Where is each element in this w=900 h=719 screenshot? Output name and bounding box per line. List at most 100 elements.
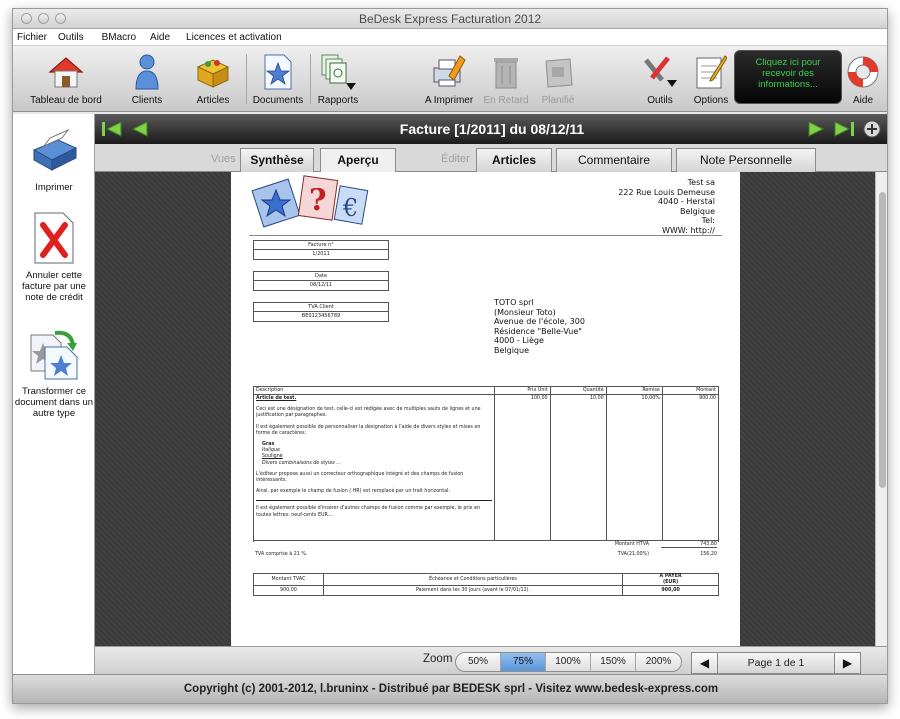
htva-value: 743,80 bbox=[661, 542, 717, 548]
header-divider bbox=[249, 235, 722, 236]
next-page-button[interactable]: ▶ bbox=[834, 653, 860, 673]
views-label: Vues bbox=[211, 153, 236, 165]
terms-value: Paiement dans les 30 jours (avant le 07/… bbox=[322, 585, 624, 596]
toolbar-separator bbox=[246, 54, 247, 104]
line-paragraph: Il est également possible d'insérer d'au… bbox=[256, 506, 481, 518]
menu-aide[interactable]: Aide bbox=[148, 32, 184, 43]
col-unit-price: Prix Unit bbox=[493, 386, 551, 395]
sidebar: Imprimer Annuler cette facture par une n… bbox=[13, 114, 95, 676]
app-window: BeDesk Express Facturation 2012 Fichier … bbox=[12, 8, 888, 704]
line-title: Article de test. bbox=[256, 396, 297, 401]
minimize-window-button[interactable] bbox=[38, 13, 49, 24]
late-button[interactable]: En Retard bbox=[481, 48, 531, 110]
client-vat: BE0123456789 bbox=[301, 313, 341, 319]
zoom-selector: 50% 75% 100% 150% 200% bbox=[455, 652, 682, 672]
invoice-number-label: Facture n° bbox=[254, 241, 388, 250]
zoom-200[interactable]: 200% bbox=[636, 653, 681, 671]
zoom-75[interactable]: 75% bbox=[501, 653, 546, 671]
sender-country: Belgique bbox=[679, 206, 715, 216]
preview-scrollbar[interactable] bbox=[875, 172, 887, 646]
sidebar-print-label: Imprimer bbox=[35, 182, 73, 193]
clients-label: Clients bbox=[131, 95, 163, 106]
line-amount: 900,00 bbox=[661, 394, 720, 541]
printer-pencil-icon bbox=[429, 52, 469, 92]
sidebar-cancel-invoice[interactable]: Annuler cette facture par une note de cr… bbox=[13, 210, 95, 303]
reports-icon bbox=[318, 52, 358, 92]
line-paragraph: Ainsi, par exemple le champ de fusion ( … bbox=[256, 489, 450, 495]
invoice-number: 1/2011 bbox=[312, 251, 330, 257]
scrollbar-thumb[interactable] bbox=[879, 192, 886, 488]
tab-comment[interactable]: Commentaire bbox=[556, 148, 672, 172]
zoom-label: Zoom bbox=[423, 653, 453, 665]
clients-button[interactable]: Clients bbox=[121, 48, 173, 110]
tvac-value: 900,00 bbox=[253, 585, 324, 596]
document-star-icon bbox=[258, 52, 298, 92]
client-contact: (Monsieur Toto) bbox=[494, 307, 556, 317]
add-document-icon[interactable] bbox=[861, 119, 883, 139]
htva-label: Montant HTVA bbox=[614, 542, 649, 547]
invoice-page: ? € Test sa 222 Rue Louis Demeuse 4040 -… bbox=[231, 172, 740, 646]
menu-bmacro[interactable]: BMacro bbox=[100, 32, 148, 43]
tools-button[interactable]: Outils bbox=[637, 48, 683, 110]
tab-synthese[interactable]: Synthèse bbox=[240, 148, 314, 172]
main-area: Facture [1/2011] du 08/12/11 Vues Synthè… bbox=[95, 114, 887, 676]
articles-button[interactable]: Articles bbox=[185, 48, 241, 110]
tools-label: Outils bbox=[647, 95, 673, 106]
cancel-document-icon bbox=[26, 210, 82, 266]
line-paragraph: L'éditeur propose aussi un correcteur or… bbox=[256, 471, 464, 484]
col-quantity: Quantité bbox=[549, 386, 607, 395]
dashboard-button[interactable]: Tableau de bord bbox=[27, 48, 105, 110]
menu-bar: Fichier Outils BMacro Aide Licences et a… bbox=[13, 29, 887, 46]
col-description: Description bbox=[253, 386, 495, 395]
page-indicator: Page 1 de 1 bbox=[747, 657, 805, 669]
reports-button[interactable]: Rapports bbox=[313, 48, 363, 110]
svg-text:€: € bbox=[342, 194, 358, 222]
tab-apercu[interactable]: Aperçu bbox=[320, 148, 396, 173]
client-vat-label: TVA Client bbox=[254, 303, 388, 312]
payment-recap-table: Montant TVAC Échéance et Conditions part… bbox=[253, 573, 719, 596]
close-window-button[interactable] bbox=[21, 13, 32, 24]
menu-outils[interactable]: Outils bbox=[56, 32, 100, 43]
style-mixed: Divers combinaisons de styles ... bbox=[262, 460, 341, 466]
document-nav-bar: Facture [1/2011] du 08/12/11 bbox=[95, 114, 887, 144]
main-toolbar: Tableau de bord Clients Articles Documen… bbox=[13, 46, 887, 112]
tab-articles[interactable]: Articles bbox=[476, 148, 552, 172]
client-vat-box: TVA Client BE0123456789 bbox=[253, 302, 389, 322]
documents-button[interactable]: Documents bbox=[251, 48, 305, 110]
help-button[interactable]: Aide bbox=[841, 48, 885, 110]
tab-personal-note[interactable]: Note Personnelle bbox=[676, 148, 816, 172]
preview-bottom-bar: Zoom 50% 75% 100% 150% 200% ◀ Page 1 de … bbox=[95, 646, 887, 676]
invoice-date-label: Date bbox=[254, 272, 388, 281]
planned-button[interactable]: Planifié bbox=[533, 48, 583, 110]
to-pay-value: 900,00 bbox=[622, 585, 719, 596]
tvac-label: Montant TVAC bbox=[253, 573, 324, 586]
previous-page-button[interactable]: ◀ bbox=[692, 653, 718, 673]
info-promo-button[interactable]: Cliquez ici pour recevoir des informatio… bbox=[734, 50, 842, 104]
documents-label: Documents bbox=[252, 95, 304, 106]
tools-icon bbox=[640, 52, 680, 92]
menu-fichier[interactable]: Fichier bbox=[15, 32, 56, 43]
client-city: 4000 - Liège bbox=[494, 336, 544, 345]
options-button[interactable]: Options bbox=[689, 48, 733, 110]
sidebar-print[interactable]: Imprimer bbox=[13, 122, 95, 193]
zoom-window-button[interactable] bbox=[55, 13, 66, 24]
next-document-icon[interactable] bbox=[805, 119, 827, 139]
zoom-100[interactable]: 100% bbox=[546, 653, 591, 671]
col-discount: Remise bbox=[605, 386, 663, 395]
late-label: En Retard bbox=[483, 95, 529, 106]
zoom-150[interactable]: 150% bbox=[591, 653, 636, 671]
to-pay-unit: (EUR) bbox=[662, 579, 679, 585]
invoice-number-box: Facture n° 1/2011 bbox=[253, 240, 389, 260]
window-title: BeDesk Express Facturation 2012 bbox=[358, 12, 542, 26]
title-bar: BeDesk Express Facturation 2012 bbox=[13, 9, 887, 29]
view-tabs: Vues Synthèse Aperçu Éditer Articles Com… bbox=[95, 144, 887, 173]
line-quantity: 10,00 bbox=[549, 394, 607, 541]
to-print-button[interactable]: A Imprimer bbox=[421, 48, 477, 110]
last-document-icon[interactable] bbox=[833, 119, 855, 139]
zoom-50[interactable]: 50% bbox=[456, 653, 501, 671]
menu-licences[interactable]: Licences et activation bbox=[184, 32, 291, 43]
trash-icon bbox=[486, 52, 526, 92]
copyright-footer: Copyright (c) 2001-2012, l.bruninx - Dis… bbox=[13, 674, 887, 703]
sidebar-transform[interactable]: Transformer ce document dans un autre ty… bbox=[13, 326, 95, 419]
company-logo: ? € bbox=[251, 174, 371, 233]
